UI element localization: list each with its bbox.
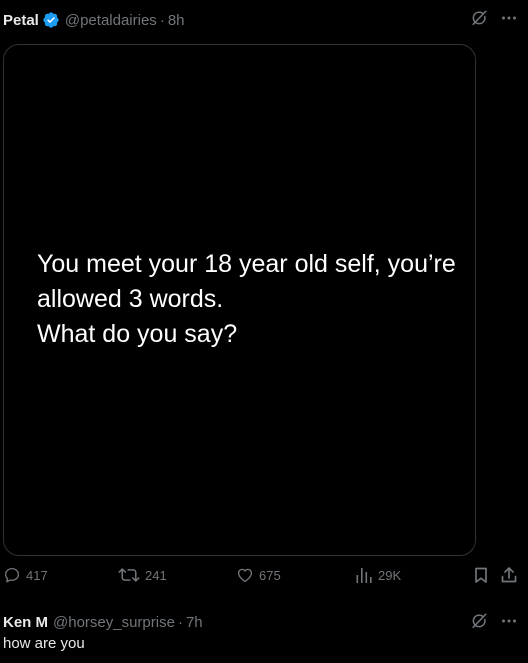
separator-dot: ·: [159, 11, 165, 29]
grok-icon[interactable]: [470, 612, 488, 630]
post-header: Petal @petaldairies · 8h: [3, 8, 185, 32]
reply-timestamp[interactable]: 7h: [186, 614, 203, 631]
more-dots-icon[interactable]: [500, 9, 518, 27]
more-dots-icon[interactable]: [500, 612, 518, 630]
post-timestamp[interactable]: 8h: [168, 12, 185, 29]
repost-button[interactable]: 241: [118, 566, 167, 584]
reply-header-actions: [470, 612, 518, 630]
reply-bubble-icon: [3, 566, 21, 584]
share-button[interactable]: [500, 566, 518, 584]
reply-author-handle[interactable]: @horsey_surprise: [53, 614, 175, 631]
reply-text: how are you: [3, 635, 85, 652]
grok-icon[interactable]: [470, 9, 488, 27]
views-count: 29K: [378, 567, 402, 583]
author-name[interactable]: Petal: [3, 12, 39, 29]
bar-chart-icon: [355, 566, 373, 584]
repost-arrows-icon: [118, 566, 140, 584]
like-button[interactable]: 675: [236, 566, 281, 584]
post-media-card[interactable]: You meet your 18 year old self, you’re a…: [3, 44, 476, 556]
repost-count: 241: [145, 567, 167, 583]
reply-header: Ken M @horsey_surprise · 7h: [3, 611, 203, 633]
reply-count: 417: [26, 567, 48, 583]
like-count: 675: [259, 567, 281, 583]
media-image-text: You meet your 18 year old self, you’re a…: [37, 250, 456, 348]
reply-button[interactable]: 417: [3, 566, 48, 584]
verified-badge-icon[interactable]: [42, 11, 60, 29]
post-header-actions: [470, 9, 518, 27]
bookmark-icon: [472, 566, 490, 584]
post-action-bar: 417 241 675 29K: [0, 566, 528, 590]
views-button[interactable]: 29K: [355, 566, 401, 584]
heart-icon: [236, 566, 254, 584]
bookmark-button[interactable]: [472, 566, 490, 584]
reply-separator-dot: ·: [177, 613, 183, 631]
author-handle[interactable]: @petaldairies: [65, 12, 157, 29]
reply-author-name[interactable]: Ken M: [3, 614, 48, 631]
share-icon: [500, 566, 518, 584]
